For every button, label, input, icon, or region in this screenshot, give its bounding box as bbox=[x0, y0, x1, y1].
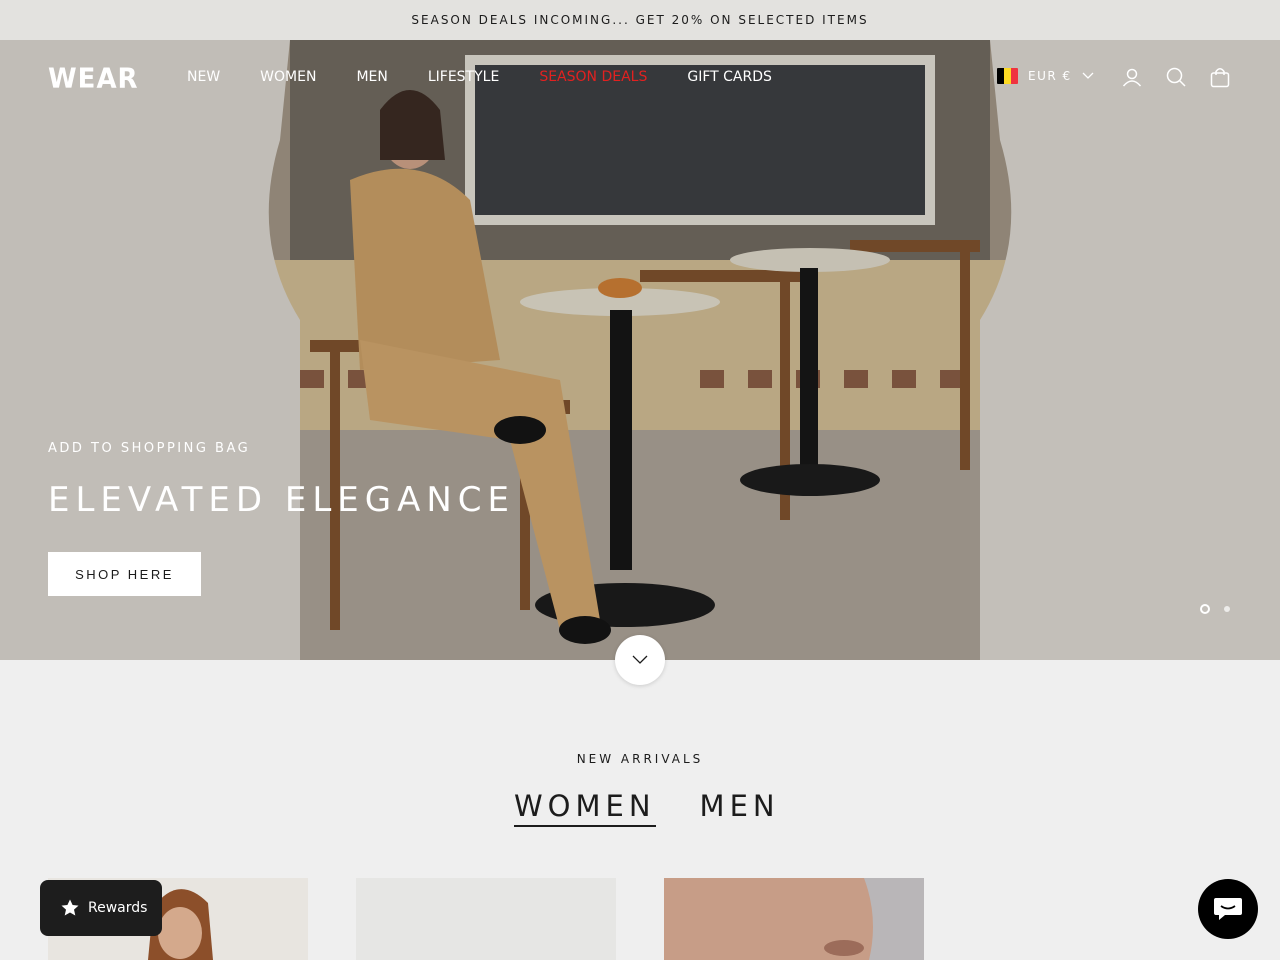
tab-women[interactable]: WOMEN bbox=[514, 789, 656, 827]
search-icon[interactable] bbox=[1165, 66, 1187, 88]
scroll-down-button[interactable] bbox=[615, 635, 665, 685]
hero-copy: ADD TO SHOPPING BAG ELEVATED ELEGANCE bbox=[48, 441, 515, 520]
chevron-down-icon bbox=[1082, 72, 1094, 79]
nav-item-new[interactable]: NEW bbox=[187, 69, 220, 85]
chat-icon bbox=[1214, 898, 1242, 920]
slide-dot[interactable] bbox=[1224, 606, 1230, 612]
account-icon[interactable] bbox=[1121, 66, 1143, 88]
rewards-label: Rewards bbox=[88, 900, 148, 916]
nav-item-gift-cards[interactable]: GIFT CARDS bbox=[687, 69, 772, 85]
hero-title: ELEVATED ELEGANCE bbox=[48, 480, 516, 520]
star-icon bbox=[61, 899, 79, 916]
arrivals-tabs: WOMEN MEN bbox=[514, 789, 780, 827]
product-card[interactable] bbox=[664, 878, 924, 960]
belgium-flag-icon bbox=[997, 68, 1018, 84]
product-card[interactable] bbox=[356, 878, 616, 960]
currency-label: EUR € bbox=[1028, 69, 1072, 83]
brand-logo[interactable]: WEAR bbox=[48, 63, 139, 95]
locale-selector[interactable]: EUR € bbox=[997, 68, 1094, 84]
nav-item-men[interactable]: MEN bbox=[356, 69, 387, 85]
chat-launcher[interactable] bbox=[1198, 879, 1258, 939]
site-header: WEAR NEW WOMEN MEN LIFESTYLE SEASON DEAL… bbox=[0, 40, 1280, 116]
product-image bbox=[356, 878, 616, 960]
nav-item-women[interactable]: WOMEN bbox=[260, 69, 316, 85]
hero-subheading: ADD TO SHOPPING BAG bbox=[48, 441, 251, 456]
slideshow-dots bbox=[1200, 604, 1230, 614]
tab-men[interactable]: MEN bbox=[700, 789, 780, 827]
nav-item-season-deals[interactable]: SEASON DEALS bbox=[539, 69, 647, 85]
announcement-text: SEASON DEALS INCOMING... GET 20% ON SELE… bbox=[411, 13, 869, 27]
chevron-down-icon bbox=[632, 655, 648, 664]
rewards-launcher[interactable]: Rewards bbox=[40, 880, 162, 936]
bag-icon[interactable] bbox=[1209, 66, 1231, 88]
slide-dot-active[interactable] bbox=[1200, 604, 1210, 614]
shop-here-button[interactable]: SHOP HERE bbox=[48, 552, 201, 596]
main-nav: NEW WOMEN MEN LIFESTYLE SEASON DEALS GIF… bbox=[187, 69, 772, 85]
new-arrivals-label: NEW ARRIVALS bbox=[576, 752, 704, 766]
product-image bbox=[664, 878, 924, 960]
announcement-bar: SEASON DEALS INCOMING... GET 20% ON SELE… bbox=[0, 0, 1280, 40]
nav-item-lifestyle[interactable]: LIFESTYLE bbox=[428, 69, 499, 85]
